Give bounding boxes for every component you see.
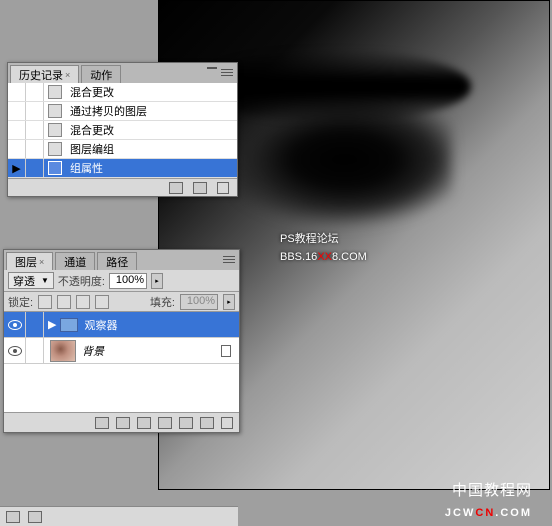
layers-footer: [4, 412, 239, 432]
history-item[interactable]: 图层编组: [8, 140, 237, 159]
lock-icon: [221, 345, 231, 357]
close-icon[interactable]: ×: [65, 70, 70, 80]
lock-label: 锁定:: [8, 294, 33, 310]
link-layers-icon[interactable]: [95, 417, 109, 429]
opacity-slider-icon[interactable]: ▸: [151, 273, 163, 289]
tab-paths[interactable]: 路径: [97, 252, 137, 270]
mask-icon[interactable]: [137, 417, 151, 429]
close-icon[interactable]: ×: [39, 257, 44, 267]
doc-icon: [48, 142, 62, 156]
expand-icon[interactable]: ▶: [48, 318, 56, 331]
history-item-selected[interactable]: ▶组属性: [8, 159, 237, 178]
bottom-toolbar: [0, 506, 238, 526]
adjustment-icon[interactable]: [158, 417, 172, 429]
layers-options-row: 穿透▼ 不透明度: 100% ▸: [4, 270, 239, 292]
tab-actions[interactable]: 动作: [81, 65, 121, 83]
chevron-down-icon: ▼: [41, 276, 49, 285]
tab-layers[interactable]: 图层×: [6, 252, 53, 270]
layers-list: ▶ 观察器 背景: [4, 312, 239, 412]
tab-channels[interactable]: 通道: [55, 252, 95, 270]
visibility-icon[interactable]: [8, 346, 22, 356]
history-item[interactable]: 混合更改: [8, 121, 237, 140]
layer-row[interactable]: 背景: [4, 338, 239, 364]
fill-input: 100%: [180, 294, 218, 310]
group-icon[interactable]: [179, 417, 193, 429]
footer-en: JCWCN.COM: [445, 500, 532, 521]
layer-label: 观察器: [84, 317, 117, 333]
history-panel: 历史记录× 动作 混合更改 通过拷贝的图层 混合更改 图层编组 ▶组属性: [7, 62, 238, 197]
new-snapshot-icon[interactable]: [193, 182, 207, 194]
lock-position-icon[interactable]: [76, 295, 90, 309]
visibility-icon[interactable]: [8, 320, 22, 330]
fill-label: 填充:: [150, 294, 175, 310]
layers-panel: 图层× 通道 路径 穿透▼ 不透明度: 100% ▸ 锁定: 填充: 100% …: [3, 249, 240, 433]
trash-icon[interactable]: [221, 417, 233, 429]
folder-icon: [48, 161, 62, 175]
layer-thumbnail: [50, 340, 76, 362]
history-list: 混合更改 通过拷贝的图层 混合更改 图层编组 ▶组属性: [8, 83, 237, 178]
minimize-icon[interactable]: [207, 67, 217, 69]
footer-cn: 中国教程网: [0, 479, 532, 500]
folder-icon: [60, 318, 78, 332]
history-item[interactable]: 通过拷贝的图层: [8, 102, 237, 121]
history-tabs: 历史记录× 动作: [8, 63, 237, 83]
watermark-line2: BBS.16XX8.COM: [280, 248, 367, 266]
layer-label: 背景: [82, 343, 104, 359]
panel-menu-icon[interactable]: [221, 252, 237, 266]
fx-icon[interactable]: [116, 417, 130, 429]
fill-slider-icon: ▸: [223, 294, 235, 310]
layers-tabs: 图层× 通道 路径: [4, 250, 239, 270]
lock-row: 锁定: 填充: 100% ▸: [4, 292, 239, 312]
lock-transparent-icon[interactable]: [38, 295, 52, 309]
lock-pixels-icon[interactable]: [57, 295, 71, 309]
lock-all-icon[interactable]: [95, 295, 109, 309]
watermark-center: PS教程论坛 BBS.16XX8.COM: [280, 230, 367, 266]
layer-row-selected[interactable]: ▶ 观察器: [4, 312, 239, 338]
blend-mode-dropdown[interactable]: 穿透▼: [8, 272, 54, 289]
doc-icon: [48, 104, 62, 118]
opacity-input[interactable]: 100%: [109, 273, 147, 289]
new-doc-icon[interactable]: [169, 182, 183, 194]
history-footer: [8, 178, 237, 196]
tool-icon[interactable]: [6, 511, 20, 523]
new-layer-icon[interactable]: [200, 417, 214, 429]
trash-icon[interactable]: [217, 182, 229, 194]
opacity-label: 不透明度:: [58, 273, 105, 289]
watermark-line1: PS教程论坛: [280, 230, 367, 248]
brush-marker-icon: ▶: [12, 162, 20, 175]
tool-icon[interactable]: [28, 511, 42, 523]
doc-icon: [48, 85, 62, 99]
doc-icon: [48, 123, 62, 137]
tab-history[interactable]: 历史记录×: [10, 65, 79, 83]
history-item[interactable]: 混合更改: [8, 83, 237, 102]
panel-menu-icon[interactable]: [219, 65, 235, 79]
